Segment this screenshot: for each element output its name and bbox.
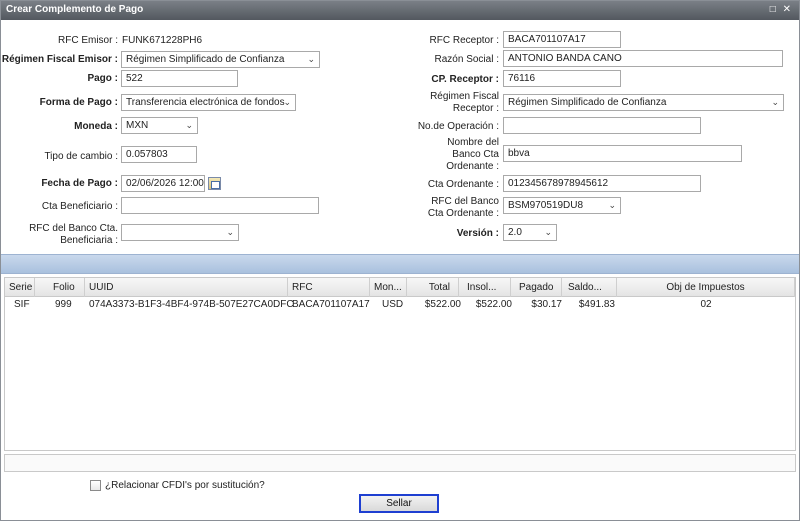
chevron-down-icon: ⌄ — [307, 54, 315, 64]
col-uuid[interactable]: UUID — [85, 278, 288, 297]
forma-pago-label: Forma de Pago : — [39, 97, 118, 108]
cta-ordenante-label: Cta Ordenante : — [427, 179, 499, 190]
col-obj-impuestos[interactable]: Obj de Impuestos — [617, 278, 795, 297]
col-pagado[interactable]: Pagado — [511, 278, 562, 297]
no-operacion-input[interactable] — [503, 117, 701, 134]
window-controls[interactable]: □ ✕ — [770, 4, 793, 15]
documents-grid[interactable]: Serie Folio UUID RFC Mon... Total Insol.… — [4, 277, 796, 451]
relacionar-cfdi-label[interactable]: ¿Relacionar CFDI's por sustitución? — [105, 480, 265, 491]
col-insoluto[interactable]: Insol... — [459, 278, 511, 297]
col-moneda[interactable]: Mon... — [370, 278, 407, 297]
cp-receptor-input[interactable]: 76116 — [503, 70, 621, 87]
chevron-down-icon: ⌄ — [608, 200, 616, 210]
cell-insoluto: $522.00 — [475, 299, 512, 310]
cell-pagado: $30.17 — [531, 299, 562, 310]
no-operacion-label: No.de Operación : — [417, 121, 499, 132]
regimen-emisor-selected: Régimen Simplificado de Confianza — [126, 54, 285, 65]
cell-rfc: BACA701107A17 — [292, 299, 370, 310]
regimen-receptor-label: Régimen Fiscal Receptor : — [401, 91, 499, 115]
rfc-receptor-label: RFC Receptor : — [429, 35, 499, 46]
grid-header: Serie Folio UUID RFC Mon... Total Insol.… — [5, 278, 795, 297]
rfc-emisor-label: RFC Emisor : — [58, 35, 118, 46]
cell-total: $522.00 — [424, 299, 461, 310]
tipo-cambio-label: Tipo de cambio : — [44, 151, 118, 162]
col-serie[interactable]: Serie — [5, 278, 35, 297]
rfc-emisor-value: FUNK671228PH6 — [122, 35, 203, 46]
regimen-emisor-select[interactable]: Régimen Simplificado de Confianza ⌄ — [121, 51, 320, 68]
col-folio[interactable]: Folio — [35, 278, 85, 297]
chevron-down-icon: ⌄ — [185, 120, 193, 130]
razon-social-input[interactable]: ANTONIO BANDA CANO — [503, 50, 783, 67]
rfc-banco-ordenante-selected: BSM970519DU8 — [508, 200, 584, 211]
rfc-banco-ordenante-label: RFC del Banco Cta Ordenante : — [401, 196, 499, 220]
version-selected: 2.0 — [508, 227, 522, 238]
cell-serie: SIF — [14, 299, 30, 310]
cell-obj-impuestos: 02 — [700, 299, 712, 310]
window-title: Crear Complemento de Pago — [6, 4, 144, 15]
payment-form: RFC Emisor : FUNK671228PH6 Régimen Fisca… — [1, 20, 799, 254]
chevron-down-icon: ⌄ — [771, 97, 779, 107]
rfc-banco-ordenante-label-line1: RFC del Banco — [431, 196, 499, 207]
moneda-label: Moneda : — [74, 121, 118, 132]
cp-receptor-label: CP. Receptor : — [431, 74, 499, 85]
pago-input[interactable]: 522 — [121, 70, 238, 87]
col-total[interactable]: Total — [407, 278, 459, 297]
regimen-receptor-select[interactable]: Régimen Simplificado de Confianza ⌄ — [503, 94, 784, 111]
section-divider-bar — [1, 254, 799, 274]
nombre-banco-label-line3: Ordenante : — [446, 161, 499, 172]
cta-beneficiario-input[interactable] — [121, 197, 319, 214]
pago-label: Pago : — [87, 73, 118, 84]
rfc-banco-beneficiaria-label-line1: RFC del Banco Cta. — [29, 223, 118, 234]
table-row[interactable]: SIF 999 074A3373-B1F3-4BF4-974B-507E27CA… — [5, 297, 795, 313]
regimen-receptor-label-line1: Régimen Fiscal — [430, 91, 499, 102]
tipo-cambio-input[interactable]: 0.057803 — [121, 146, 197, 163]
rfc-banco-ordenante-select[interactable]: BSM970519DU8 ⌄ — [503, 197, 621, 214]
cell-moneda: USD — [382, 299, 404, 310]
crear-complemento-window: Crear Complemento de Pago □ ✕ RFC Emisor… — [0, 0, 800, 521]
nombre-banco-label-line1: Nombre del — [447, 137, 499, 148]
forma-pago-select[interactable]: Transferencia electrónica de fondos ⌄ — [121, 94, 296, 111]
relacionar-cfdi-checkbox[interactable] — [90, 480, 101, 491]
chevron-down-icon: ⌄ — [283, 97, 291, 107]
calendar-icon[interactable] — [208, 177, 221, 190]
cell-saldo: $491.83 — [578, 299, 615, 310]
moneda-selected: MXN — [126, 120, 149, 131]
nombre-banco-ordenante-input[interactable]: bbva — [503, 145, 742, 162]
fecha-pago-label: Fecha de Pago : — [41, 178, 118, 189]
cell-uuid: 074A3373-B1F3-4BF4-974B-507E27CA0DFC — [89, 299, 294, 310]
nombre-banco-label-line2: Banco Cta — [452, 149, 499, 160]
cta-ordenante-input[interactable]: 012345678978945612 — [503, 175, 701, 192]
forma-pago-selected: Transferencia electrónica de fondos — [126, 97, 285, 108]
regimen-receptor-selected: Régimen Simplificado de Confianza — [508, 97, 667, 108]
rfc-banco-beneficiaria-select[interactable]: ⌄ — [121, 224, 239, 241]
rfc-receptor-input[interactable]: BACA701107A17 — [503, 31, 621, 48]
window-titlebar: Crear Complemento de Pago □ ✕ — [1, 1, 799, 20]
cta-beneficiario-label: Cta Beneficiario : — [41, 201, 118, 212]
chevron-down-icon: ⌄ — [226, 227, 234, 237]
rfc-banco-ordenante-label-line2: Cta Ordenante : — [427, 208, 499, 219]
nombre-banco-ordenante-label: Nombre del Banco Cta Ordenante : — [401, 137, 499, 173]
chevron-down-icon: ⌄ — [544, 227, 552, 237]
razon-social-label: Razón Social : — [434, 54, 499, 65]
sellar-button[interactable]: Sellar — [359, 494, 439, 513]
moneda-select[interactable]: MXN ⌄ — [121, 117, 198, 134]
col-rfc[interactable]: RFC — [288, 278, 370, 297]
cell-folio: 999 — [55, 299, 72, 310]
grid-footer-bar — [4, 454, 796, 472]
col-saldo[interactable]: Saldo... — [562, 278, 617, 297]
rfc-banco-beneficiaria-label-line2: Beneficiaria : — [60, 235, 118, 246]
version-label: Versión : — [456, 228, 499, 239]
fecha-pago-input[interactable]: 02/06/2026 12:00 — [121, 175, 205, 192]
regimen-receptor-label-line2: Receptor : — [452, 103, 499, 114]
rfc-banco-beneficiaria-label: RFC del Banco Cta. Beneficiaria : — [21, 223, 118, 247]
regimen-emisor-label: Régimen Fiscal Emisor : — [1, 54, 118, 65]
version-select[interactable]: 2.0 ⌄ — [503, 224, 557, 241]
